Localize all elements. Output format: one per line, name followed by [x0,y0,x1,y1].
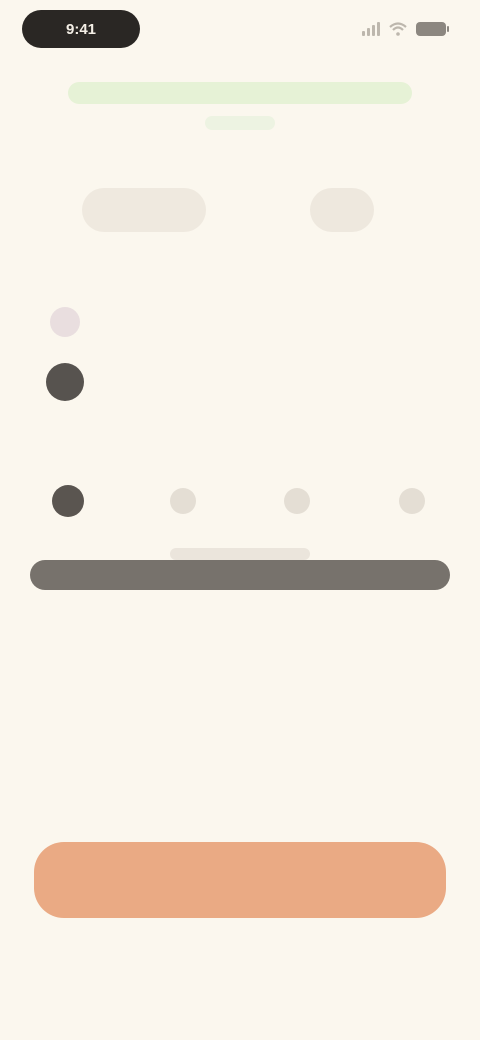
status-time: 9:41 [65,20,97,38]
notice-subtext [205,116,275,130]
nav-item-home[interactable] [38,478,98,528]
section-title [46,262,178,288]
bottom-nav [38,478,442,528]
signal-icon [362,22,380,36]
wifi-icon [389,22,407,36]
primary-cta-button[interactable] [34,842,446,918]
profile-icon [398,488,425,514]
status-icons [362,18,449,40]
device-bottom-edge [30,560,450,590]
bell-icon [284,488,311,514]
tab-primary[interactable] [82,188,206,232]
tab-secondary[interactable] [310,188,374,232]
footer-link[interactable] [140,948,340,968]
list-item[interactable] [46,300,434,344]
nav-item-profile[interactable] [382,478,442,528]
nav-item-list[interactable] [153,478,213,528]
avatar-icon [46,363,84,401]
list-item[interactable] [46,360,434,404]
list-icon [169,488,196,514]
battery-icon [416,22,449,36]
notice-text [68,82,412,104]
home-icon [52,485,84,517]
device-edge-highlight [170,548,310,560]
app-icon [50,307,80,337]
nav-item-notifications[interactable] [267,478,327,528]
